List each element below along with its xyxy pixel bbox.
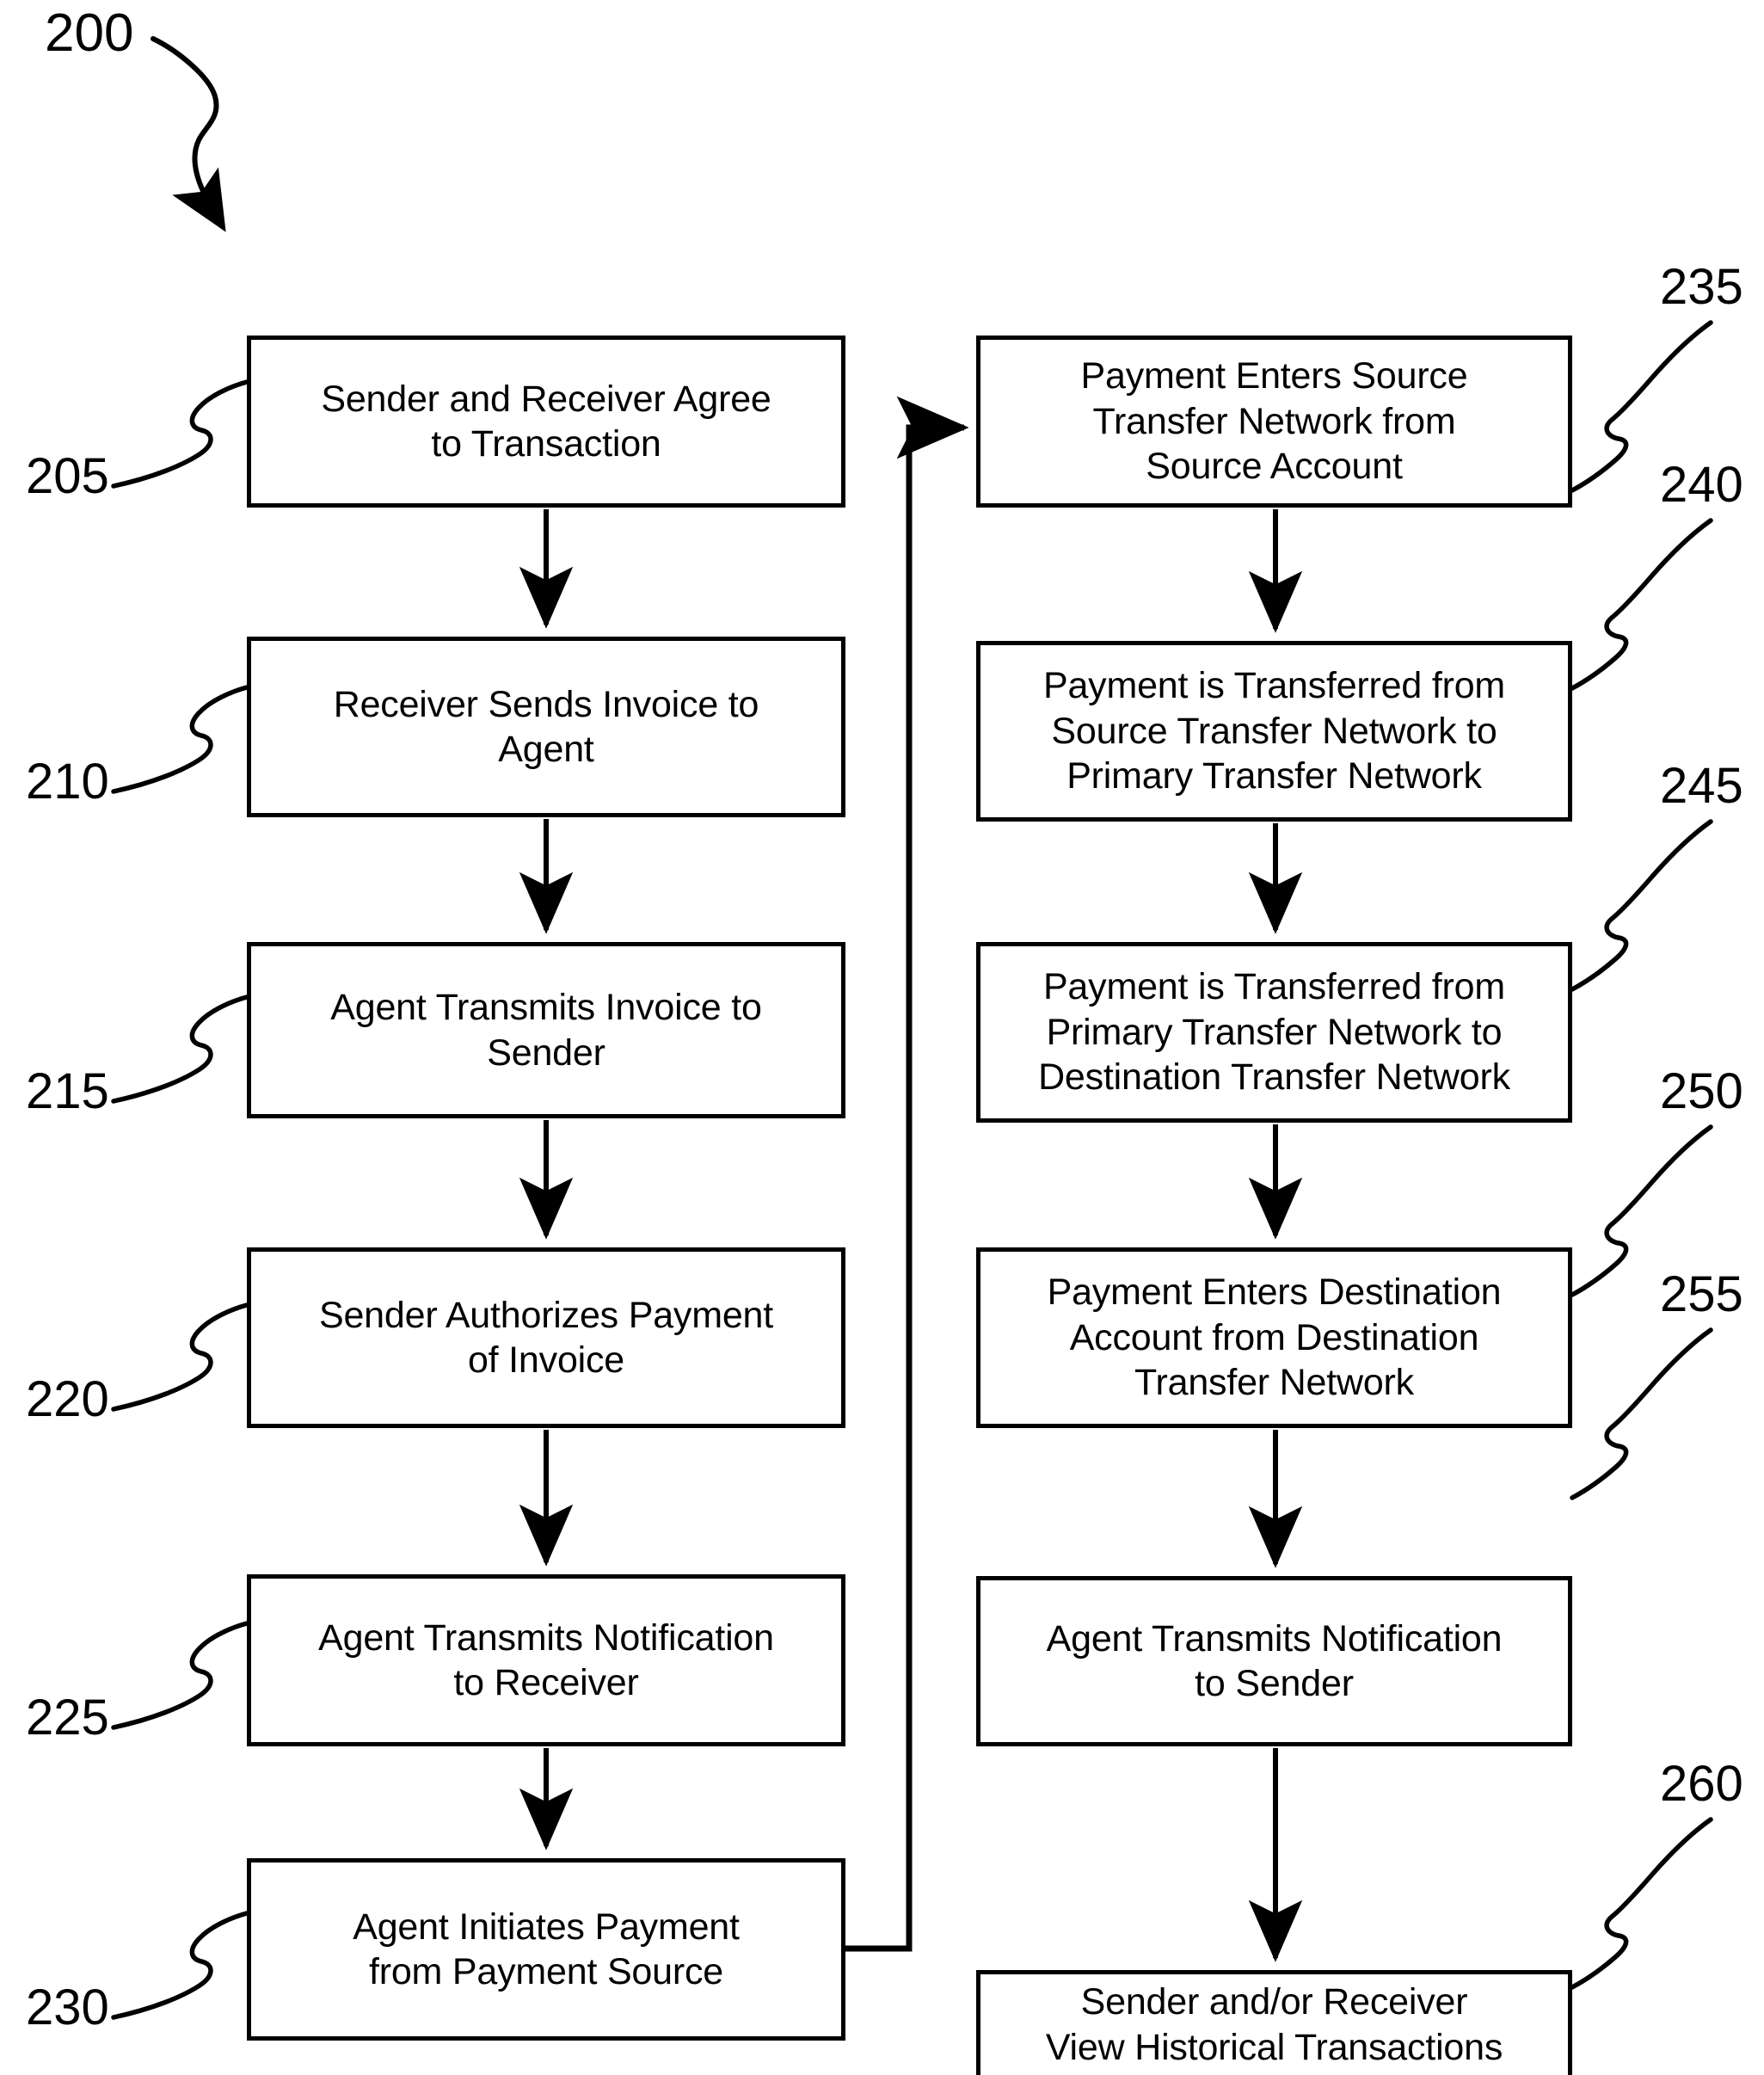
leader-line-220 <box>111 1302 249 1412</box>
process-box-230[interactable]: Agent Initiates Payment from Payment Sou… <box>247 1858 845 2041</box>
reference-number-230: 230 <box>26 1980 109 2035</box>
leader-line-255 <box>1570 1327 1713 1500</box>
reference-number-245: 245 <box>1660 758 1743 814</box>
figure-number-leader-icon <box>151 36 226 232</box>
leader-line-245 <box>1570 819 1713 992</box>
process-box-210[interactable]: Receiver Sends Invoice to Agent <box>247 637 845 817</box>
process-box-235[interactable]: Payment Enters Source Transfer Network f… <box>976 336 1572 508</box>
reference-number-235: 235 <box>1660 259 1743 315</box>
reference-number-205: 205 <box>26 448 109 504</box>
process-box-220-label: Sender Authorizes Payment of Invoice <box>318 1294 774 1381</box>
leader-line-225 <box>111 1621 249 1730</box>
process-box-210-label: Receiver Sends Invoice to Agent <box>333 683 759 770</box>
figure-number: 200 <box>45 3 134 63</box>
process-box-260-label: Sender and/or Receiver View Historical T… <box>1045 1981 1503 2068</box>
process-box-260[interactable]: Sender and/or Receiver View Historical T… <box>976 1970 1572 2075</box>
process-box-225[interactable]: Agent Transmits Notification to Receiver <box>247 1574 845 1746</box>
leader-line-230 <box>111 1911 249 2020</box>
process-box-235-label: Payment Enters Source Transfer Network f… <box>1080 355 1468 488</box>
process-box-230-label: Agent Initiates Payment from Payment Sou… <box>353 1906 740 1992</box>
leader-line-205 <box>111 379 249 489</box>
process-box-245[interactable]: Payment is Transferred from Primary Tran… <box>976 942 1572 1123</box>
process-box-220[interactable]: Sender Authorizes Payment of Invoice <box>247 1247 845 1428</box>
reference-number-225: 225 <box>26 1690 109 1746</box>
leader-line-210 <box>111 685 249 794</box>
process-box-215[interactable]: Agent Transmits Invoice to Sender <box>247 942 845 1118</box>
leader-line-260 <box>1570 1817 1713 1990</box>
reference-number-215: 215 <box>26 1063 109 1119</box>
reference-number-220: 220 <box>26 1371 109 1427</box>
process-box-245-label: Payment is Transferred from Primary Tran… <box>1038 966 1510 1099</box>
reference-number-260: 260 <box>1660 1756 1743 1812</box>
process-box-205-label: Sender and Receiver Agree to Transaction <box>321 378 771 465</box>
process-box-255-label: Agent Transmits Notification to Sender <box>1046 1617 1503 1704</box>
process-box-225-label: Agent Transmits Notification to Receiver <box>318 1616 774 1703</box>
reference-number-210: 210 <box>26 754 109 810</box>
process-box-240-label: Payment is Transferred from Source Trans… <box>1042 665 1506 797</box>
process-box-240[interactable]: Payment is Transferred from Source Trans… <box>976 641 1572 822</box>
process-box-255[interactable]: Agent Transmits Notification to Sender <box>976 1576 1572 1746</box>
reference-number-255: 255 <box>1660 1266 1743 1322</box>
process-box-250-label: Payment Enters Destination Account from … <box>1047 1271 1502 1404</box>
reference-number-240: 240 <box>1660 457 1743 513</box>
leader-line-215 <box>111 994 249 1104</box>
figure-canvas: 200 Sender and Receiver Agree to Transac… <box>0 0 1764 2075</box>
reference-number-250: 250 <box>1660 1063 1743 1119</box>
process-box-205[interactable]: Sender and Receiver Agree to Transaction <box>247 336 845 508</box>
flow-arrow-230-235 <box>845 396 969 1952</box>
leader-line-240 <box>1570 518 1713 691</box>
process-box-250[interactable]: Payment Enters Destination Account from … <box>976 1247 1572 1428</box>
process-box-215-label: Agent Transmits Invoice to Sender <box>330 987 762 1074</box>
